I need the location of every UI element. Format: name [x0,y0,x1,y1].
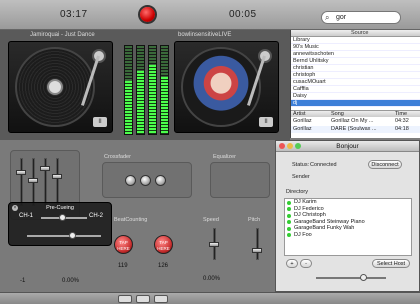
track-table-header: Artist Song Time [291,110,420,117]
channel-fader[interactable] [40,166,50,171]
pitch-fader[interactable] [252,248,262,253]
crossfader-knob[interactable] [125,175,136,186]
library-item[interactable]: Cafffia [291,86,420,93]
right-level-meter-2 [160,45,169,135]
column-song[interactable]: Song [331,111,344,118]
beatcounting-label: BeatCounting [114,217,148,223]
library-item[interactable]: cusacMOuart [291,79,420,86]
library-item[interactable]: christian [291,65,420,72]
library-item[interactable]: annewitsschoten [291,51,420,58]
library-panel: Source Library 90's Music annewitsschote… [290,30,420,138]
left-deck-time: 03:17 [60,9,88,20]
left-deck-title: Jamiroquai - Just Dance [30,32,95,38]
library-item-selected[interactable]: dj [291,100,420,107]
equalizer-label: Equalizer [213,154,236,160]
sender-label: Sender [292,174,310,180]
right-deck-artwork[interactable] [181,47,261,127]
close-icon[interactable] [279,143,285,149]
library-item[interactable]: Library [291,37,420,44]
top-toolbar: 03:17 00:05 ⌕ gor [0,0,420,30]
right-turntable[interactable]: II [174,41,279,133]
view-mode-button[interactable] [154,295,168,303]
minimize-icon[interactable] [287,143,293,149]
select-host-button[interactable]: Select Host [372,259,410,268]
tap-left-button[interactable]: TAP HERE [114,235,133,254]
left-percent: 0.00% [62,278,80,284]
status-value: Connected [310,162,337,168]
bpm-right-value: 126 [158,263,169,269]
search-icon: ⌕ [325,13,330,22]
tap-right-button[interactable]: TAP HERE [154,235,173,254]
channel-fader[interactable] [52,174,62,179]
library-item[interactable]: christoph [291,72,420,79]
left-level-meter-2 [136,45,145,135]
right-pause-button[interactable]: II [259,117,273,127]
left-level-meter-1 [124,45,133,135]
disconnect-button[interactable]: Disconnect [368,160,402,169]
right-deck-time: 00:05 [229,9,257,20]
volume-slider[interactable] [360,274,367,281]
left-turntable[interactable]: II [8,41,113,133]
directory-label: Directory [286,189,309,195]
crossfader-label: Crossfader [104,154,131,160]
left-gain-value: -1 [20,278,26,284]
bpm-left-value: 119 [118,263,128,269]
table-row[interactable]: Gorillaz Gorillaz On My ... 04:32 [291,118,420,125]
pitch-label: Pitch [248,217,261,223]
right-level-meter-1 [148,45,157,135]
ch1-label: CH-1 [19,213,34,219]
view-mode-button[interactable] [136,295,150,303]
column-artist[interactable]: Artist [293,111,306,118]
column-time[interactable]: Time [395,111,407,118]
table-row[interactable]: Gorillaz DARE (Soulwax ... 04:18 [291,126,420,133]
library-item[interactable]: Bernd Uhlitsky [291,58,420,65]
equalizer-panel [210,162,270,198]
bottom-toolbar [0,292,420,304]
search-input[interactable]: ⌕ gor [321,11,401,24]
left-vinyl[interactable] [15,47,95,127]
left-pause-button[interactable]: II [93,117,107,127]
view-mode-button[interactable] [118,295,132,303]
precue-balance-slider[interactable] [59,214,66,221]
library-item[interactable]: Daisy [291,93,420,100]
ch2-label: CH-2 [89,213,104,219]
record-button[interactable] [140,7,155,22]
crossfader-knob[interactable] [140,175,151,186]
source-header[interactable]: Source [291,30,420,37]
library-item[interactable]: 90's Music [291,44,420,51]
precueing-title: Pre-Cueing [46,205,74,211]
precueing-panel: × Pre-Cueing CH-1 CH-2 [8,202,112,246]
list-item[interactable]: DJ Foo [285,232,411,239]
status-label: Status: [292,162,310,168]
remove-host-button[interactable]: - [300,259,312,268]
deck-area: Jamiroquai - Just Dance bowlinsensitiveL… [0,30,290,140]
channel-fader[interactable] [28,178,38,183]
bonjour-titlebar: Bonjour [276,141,419,152]
bonjour-title: Bonjour [336,143,359,150]
directory-list: DJ Karim DJ Federico DJ Christoph Garage… [284,198,412,256]
speed-percent: 0.00% [203,276,221,282]
zoom-icon[interactable] [295,143,301,149]
right-deck-title: bowlinsensitiveLIVE [178,32,232,38]
add-host-button[interactable]: + [286,259,298,268]
crossfader-knob[interactable] [155,175,166,186]
speed-label: Speed [203,217,219,223]
channel-fader[interactable] [16,170,26,175]
search-value: gor [336,14,347,21]
speed-fader[interactable] [209,242,219,247]
precue-volume-slider[interactable] [69,232,76,239]
bonjour-window: Bonjour Status: Connected Disconnect Sen… [275,140,420,292]
